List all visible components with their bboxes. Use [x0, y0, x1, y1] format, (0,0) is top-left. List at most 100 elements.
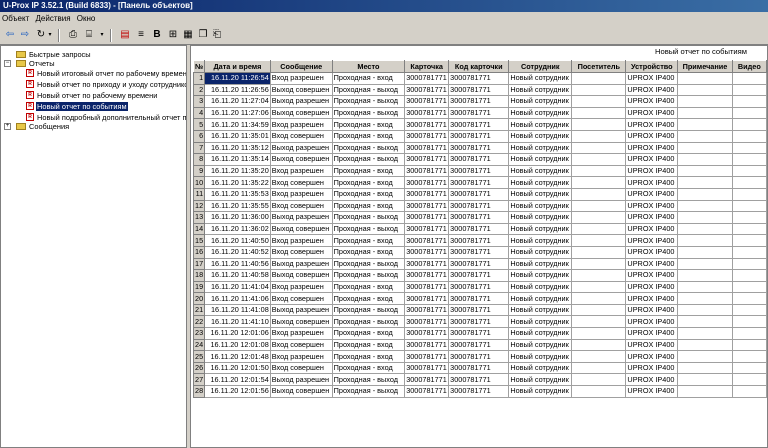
cell-visitor[interactable] [571, 373, 627, 387]
cell-video[interactable] [731, 118, 767, 131]
cell-employee[interactable]: Новый сотрудник [508, 303, 573, 317]
cell-device[interactable]: UPROX IP400 [625, 245, 679, 259]
report-icon[interactable]: ▤ [118, 28, 132, 42]
cell-place[interactable]: Проходная - вход [331, 234, 406, 247]
cell-visitor[interactable] [571, 164, 627, 178]
print-icon[interactable]: ⎙ [66, 28, 80, 42]
cell-place[interactable]: Проходная - вход [331, 72, 406, 85]
expand-icon[interactable]: + [4, 123, 11, 130]
cell-num[interactable]: 4 [192, 106, 206, 120]
cell-note[interactable] [677, 153, 733, 166]
table-row[interactable]: 25 16.11.20 12:01:48 Вход разрешен Проходна… [192, 350, 767, 363]
cell-note[interactable] [677, 373, 733, 387]
table-row[interactable]: 15 16.11.20 11:40:50 Вход разрешен Проходна… [192, 234, 767, 247]
cell-place[interactable]: Проходная - выход [331, 373, 406, 387]
cell-card-code[interactable]: 3000781771 [448, 373, 510, 387]
cell-video[interactable] [731, 245, 767, 259]
cell-num[interactable]: 24 [192, 338, 206, 352]
cell-employee[interactable]: Новый сотрудник [508, 211, 573, 224]
copy-icon[interactable]: ❐ [196, 28, 210, 42]
cell-visitor[interactable] [571, 350, 627, 363]
cell-place[interactable]: Проходная - вход [331, 280, 406, 294]
cell-card[interactable]: 3000781771 [404, 222, 450, 236]
cell-employee[interactable]: Новый сотрудник [508, 141, 573, 155]
cell-employee[interactable]: Новый сотрудник [508, 176, 573, 189]
cell-num[interactable]: 20 [192, 292, 206, 305]
cell-video[interactable] [731, 315, 767, 329]
cell-device[interactable]: UPROX IP400 [625, 187, 679, 201]
cell-place[interactable]: Проходная - вход [331, 164, 406, 178]
table-row[interactable]: 14 16.11.20 11:36:02 Выход совершен Проходн… [192, 222, 767, 236]
cell-message[interactable]: Вход разрешен [269, 164, 333, 178]
cell-video[interactable] [731, 327, 767, 340]
cell-visitor[interactable] [571, 257, 627, 271]
cell-device[interactable]: UPROX IP400 [625, 361, 679, 375]
cell-video[interactable] [731, 280, 767, 294]
cell-datetime[interactable]: 16.11.20 12:01:54 [204, 373, 271, 387]
cell-note[interactable] [677, 315, 733, 329]
forward-arrow-icon[interactable]: ⇨ [18, 28, 32, 42]
cell-video[interactable] [731, 129, 767, 143]
cell-card[interactable]: 3000781771 [404, 153, 450, 166]
cell-place[interactable]: Проходная - выход [331, 141, 406, 155]
cell-num[interactable]: 11 [192, 187, 206, 201]
cell-card-code[interactable]: 3000781771 [448, 199, 510, 213]
table-row[interactable]: 3 16.11.20 11:27:04 Выход разрешен Проходна… [192, 95, 767, 108]
table-row[interactable]: 13 16.11.20 11:36:00 Выход разрешен Проходн… [192, 211, 767, 224]
menu-actions[interactable]: Действия [33, 12, 72, 26]
cell-employee[interactable]: Новый сотрудник [508, 106, 573, 120]
table-row[interactable]: 26 16.11.20 12:01:50 Вход совершен Проходна… [192, 361, 767, 375]
cell-num[interactable]: 25 [192, 350, 206, 363]
cell-device[interactable]: UPROX IP400 [625, 269, 679, 282]
cell-message[interactable]: Выход совершен [269, 269, 333, 282]
cell-message[interactable]: Выход совершен [269, 153, 333, 166]
cell-message[interactable]: Вход разрешен [269, 280, 333, 294]
cell-visitor[interactable] [571, 245, 627, 259]
cell-card-code[interactable]: 3000781771 [448, 141, 510, 155]
cell-num[interactable]: 21 [192, 303, 206, 317]
cell-datetime[interactable]: 16.11.20 11:26:56 [204, 83, 271, 97]
cell-video[interactable] [731, 338, 767, 352]
cell-message[interactable]: Вход разрешен [269, 72, 333, 85]
cell-employee[interactable]: Новый сотрудник [508, 72, 573, 85]
cell-num[interactable]: 9 [192, 164, 206, 178]
cell-employee[interactable]: Новый сотрудник [508, 95, 573, 108]
cell-place[interactable]: Проходная - выход [331, 303, 406, 317]
cell-card[interactable]: 3000781771 [404, 245, 450, 259]
cell-employee[interactable]: Новый сотрудник [508, 129, 573, 143]
cell-place[interactable]: Проходная - вход [331, 245, 406, 259]
table-row[interactable]: 18 16.11.20 11:40:58 Выход совершен Проходн… [192, 269, 767, 282]
cell-message[interactable]: Вход совершен [269, 245, 333, 259]
tree-node-report[interactable]: R Новый отчет по рабочему времени [26, 91, 158, 101]
cell-card[interactable]: 3000781771 [404, 211, 450, 224]
cell-note[interactable] [677, 385, 733, 398]
cell-card-code[interactable]: 3000781771 [448, 83, 510, 97]
cell-visitor[interactable] [571, 141, 627, 155]
cell-message[interactable]: Выход разрешен [269, 257, 333, 271]
column-header-message[interactable]: Сообщение [269, 60, 333, 73]
cell-employee[interactable]: Новый сотрудник [508, 83, 573, 97]
cell-note[interactable] [677, 350, 733, 363]
cell-note[interactable] [677, 164, 733, 178]
cell-card-code[interactable]: 3000781771 [448, 118, 510, 131]
cell-device[interactable]: UPROX IP400 [625, 373, 679, 387]
table-row[interactable]: 24 16.11.20 12:01:08 Вход совершен Проходна… [192, 338, 767, 352]
cell-note[interactable] [677, 118, 733, 131]
cell-place[interactable]: Проходная - вход [331, 338, 406, 352]
cell-place[interactable]: Проходная - вход [331, 292, 406, 305]
cell-note[interactable] [677, 338, 733, 352]
cell-datetime[interactable]: 16.11.20 11:41:10 [204, 315, 271, 329]
cell-card-code[interactable]: 3000781771 [448, 72, 510, 85]
cell-datetime[interactable]: 16.11.20 12:01:06 [204, 327, 271, 340]
cell-card[interactable]: 3000781771 [404, 176, 450, 189]
cell-video[interactable] [731, 83, 767, 97]
table-row[interactable]: 2 16.11.20 11:26:56 Выход совершен Проходна… [192, 83, 767, 97]
cell-card[interactable]: 3000781771 [404, 280, 450, 294]
cell-card[interactable]: 3000781771 [404, 338, 450, 352]
cell-datetime[interactable]: 16.11.20 11:27:06 [204, 106, 271, 120]
cell-card-code[interactable]: 3000781771 [448, 211, 510, 224]
cell-place[interactable]: Проходная - выход [331, 315, 406, 329]
table-row[interactable]: 20 16.11.20 11:41:06 Вход совершен Проходна… [192, 292, 767, 305]
cell-datetime[interactable]: 16.11.20 11:26:54 [204, 72, 271, 85]
cell-num[interactable]: 12 [192, 199, 206, 213]
